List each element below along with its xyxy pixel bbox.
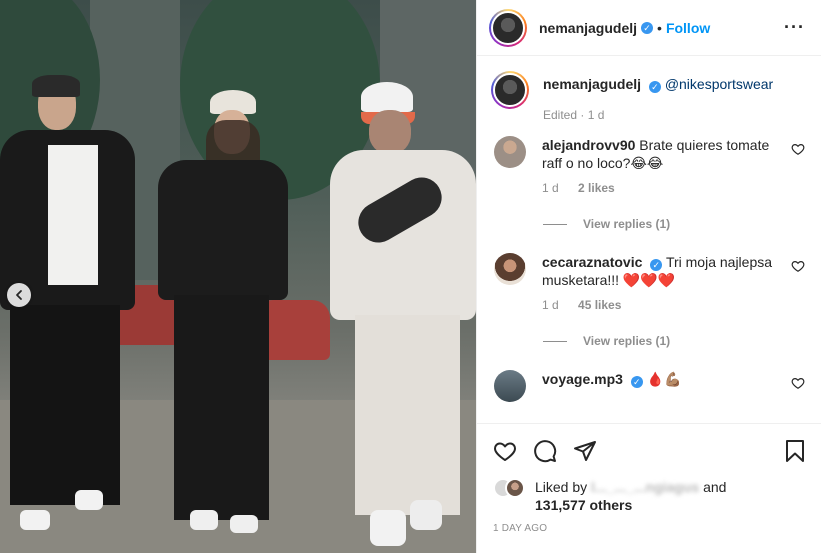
share-icon[interactable]	[573, 439, 597, 463]
comments-list[interactable]: nemanjagudelj ✓ @nikesportswear Edited ·…	[477, 57, 821, 423]
avatar[interactable]	[494, 370, 526, 402]
comment-username[interactable]: voyage.mp3	[542, 371, 623, 387]
caption-mention-link[interactable]: @nikesportswear	[665, 76, 773, 92]
likes-and-label: and	[703, 479, 727, 495]
view-replies-button[interactable]: View replies (1)	[543, 334, 805, 348]
likes-summary: Liked by l..._..._...ngiagus and 131,577…	[493, 478, 805, 514]
verified-badge-icon: ✓	[641, 21, 654, 34]
post-photo[interactable]	[0, 0, 476, 553]
view-replies-label: View replies (1)	[583, 217, 671, 231]
divider	[543, 223, 567, 225]
avatar[interactable]	[494, 253, 526, 285]
comment-likes[interactable]: 45 likes	[578, 298, 621, 312]
comment-time[interactable]: 1 d	[542, 181, 559, 195]
avatar[interactable]	[489, 8, 527, 47]
bookmark-icon[interactable]	[783, 439, 807, 463]
follow-button[interactable]: Follow	[666, 20, 710, 36]
verified-badge-icon: ✓	[650, 259, 663, 271]
verified-badge-icon: ✓	[630, 376, 643, 388]
heart-icon[interactable]	[493, 439, 517, 463]
avatar[interactable]	[491, 71, 529, 109]
chevron-left-icon	[16, 290, 22, 300]
divider	[543, 340, 567, 342]
heart-icon[interactable]	[791, 259, 805, 273]
comment-username[interactable]: alejandrovv90	[542, 137, 635, 153]
heart-icon[interactable]	[791, 142, 805, 156]
view-replies-label: View replies (1)	[583, 334, 671, 348]
list-item: cecaraznatovic ✓ Tri moja najlepsa muske…	[491, 253, 805, 312]
heart-icon[interactable]	[791, 376, 805, 390]
list-item: alejandrovv90 Brate quieres tomate raff …	[491, 136, 805, 195]
comment-time[interactable]: 1 d	[542, 298, 559, 312]
caption-meta: Edited · 1 d	[543, 108, 605, 122]
comment-icon[interactable]	[533, 439, 557, 463]
person-middle	[150, 90, 290, 540]
author-username[interactable]: nemanjagudelj	[539, 20, 637, 36]
person-right	[325, 70, 476, 550]
avatar[interactable]	[505, 478, 525, 498]
avatar[interactable]	[494, 136, 526, 168]
likes-count[interactable]: 131,577 others	[535, 497, 632, 513]
post-actions-bar	[477, 423, 821, 477]
post-detail-panel: nemanjagudelj ✓ • Follow ··· nemanjagude…	[476, 0, 821, 553]
caption: nemanjagudelj ✓ @nikesportswear Edited ·…	[491, 57, 805, 122]
post-header: nemanjagudelj ✓ • Follow ···	[477, 0, 821, 56]
liked-by-username[interactable]: l..._..._...ngiagus	[591, 479, 699, 495]
caption-username[interactable]: nemanjagudelj	[543, 76, 641, 92]
more-options-icon[interactable]: ···	[784, 17, 805, 38]
post-timestamp[interactable]: 1 DAY AGO	[493, 523, 547, 534]
liked-by-label: Liked by	[535, 479, 588, 495]
previous-photo-button[interactable]	[7, 283, 31, 307]
separator-dot: •	[657, 19, 662, 36]
comment-likes[interactable]: 2 likes	[578, 181, 615, 195]
comment-text: 🩸💪🏽	[646, 371, 682, 387]
comment-username[interactable]: cecaraznatovic	[542, 254, 642, 270]
list-item: voyage.mp3 ✓ 🩸💪🏽	[491, 370, 805, 402]
view-replies-button[interactable]: View replies (1)	[543, 217, 805, 231]
verified-badge-icon: ✓	[648, 81, 661, 93]
